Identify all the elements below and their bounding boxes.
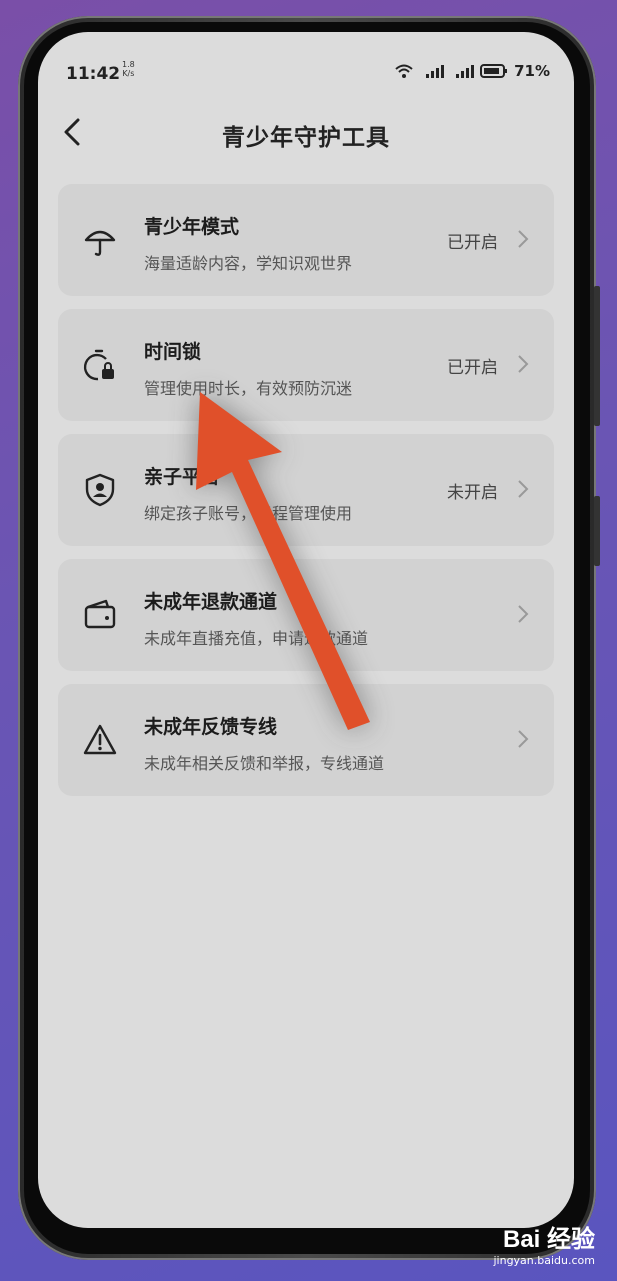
card-subtitle: 绑定孩子账号，远程管理使用 [144,504,353,523]
card-subtitle: 未成年直播充值，申请退款通道 [144,629,369,648]
power-button [594,496,600,566]
card-youth-mode[interactable]: 青少年模式 海量适龄内容，学知识观世界 已开启 [58,184,554,296]
card-title: 时间锁 [144,341,202,363]
card-status: 未开启 [447,483,498,503]
card-title: 青少年模式 [144,216,240,238]
watermark-url: jingyan.baidu.com [493,1254,595,1267]
wallet-icon [84,599,116,629]
battery-percent: 71% [514,62,550,80]
chevron-right-icon [518,230,529,248]
wifi-icon [395,64,413,78]
volume-button [594,286,600,426]
card-parent-child-platform[interactable]: 亲子平台 绑定孩子账号，远程管理使用 未开启 [58,434,554,546]
phone-screen: 11:42 1.8 K/s 71% 青少年守护工具 青少年模式 海量适龄内容，学… [38,32,574,1228]
status-time: 11:42 [66,64,121,84]
card-minor-feedback[interactable]: 未成年反馈专线 未成年相关反馈和举报，专线通道 [58,684,554,796]
watermark-logo: Bai 经验 [502,1226,595,1253]
watermark: Bai 经验 jingyan.baidu.com [493,1219,595,1267]
card-title: 未成年反馈专线 [144,716,278,738]
card-subtitle: 管理使用时长，有效预防沉迷 [144,379,353,398]
card-subtitle: 未成年相关反馈和举报，专线通道 [144,754,385,773]
card-minor-refund[interactable]: 未成年退款通道 未成年直播充值，申请退款通道 [58,559,554,671]
signal-icon-2 [456,65,475,78]
card-status: 已开启 [447,233,498,253]
umbrella-icon [84,230,116,256]
timer-lock-icon [83,349,114,381]
page-header: 青少年守护工具 [38,112,574,172]
chevron-right-icon [518,355,529,373]
warning-icon [83,724,117,755]
network-speed-value: 1.8 [122,60,135,69]
network-speed-unit: K/s [122,69,135,78]
page-title: 青少年守护工具 [222,125,390,151]
card-subtitle: 海量适龄内容，学知识观世界 [144,254,353,273]
status-icons: 71% [394,62,550,80]
card-status: 已开启 [447,358,498,378]
network-speed: 1.8 K/s [122,60,135,78]
card-title: 亲子平台 [144,466,221,488]
card-title: 未成年退款通道 [144,591,278,613]
card-time-lock[interactable]: 时间锁 管理使用时长，有效预防沉迷 已开启 [58,309,554,421]
status-bar: 11:42 1.8 K/s 71% [38,32,574,112]
chevron-right-icon [518,605,529,623]
signal-icon [426,65,445,78]
battery-icon [480,64,508,78]
chevron-right-icon [518,730,529,748]
chevron-right-icon [518,480,529,498]
shield-user-icon [85,473,115,507]
